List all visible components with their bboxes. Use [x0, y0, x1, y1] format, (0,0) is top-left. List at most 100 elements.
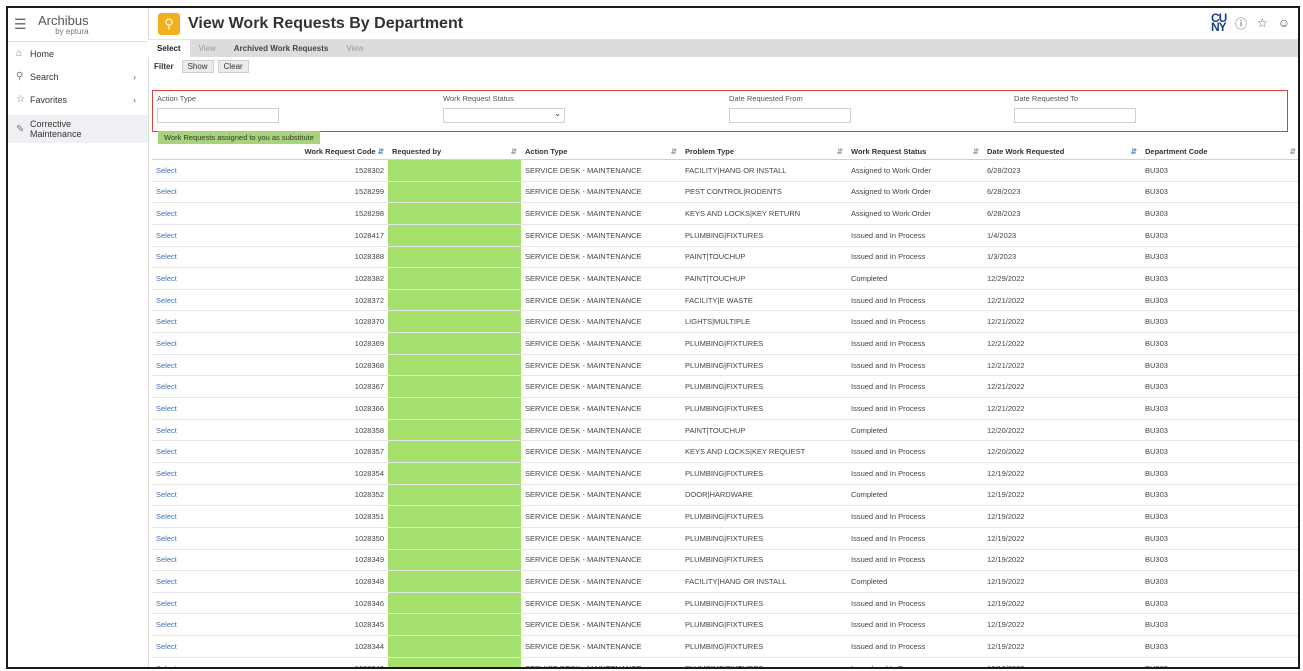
table-row[interactable]: Select 1528302 SERVICE DESK - MAINTENANCE F… — [152, 159, 1298, 182]
table-row[interactable]: Select 1028354 SERVICE DESK - MAINTENANCE P… — [152, 462, 1298, 485]
table-row[interactable]: Select 1028372 SERVICE DESK - MAINTENANCE F… — [152, 289, 1298, 312]
cell-department: BU303 — [1141, 267, 1298, 290]
select-link[interactable]: Select — [152, 570, 280, 593]
select-link[interactable]: Select — [152, 397, 280, 420]
date-from-field: Date Requested From — [729, 94, 851, 123]
cell-department: BU303 — [1141, 354, 1298, 377]
table-row[interactable]: Select 1528299 SERVICE DESK - MAINTENANCE P… — [152, 181, 1298, 204]
select-link[interactable]: Select — [152, 635, 280, 658]
table-row[interactable]: Select 1028346 SERVICE DESK - MAINTENANCE P… — [152, 592, 1298, 615]
column-header-problem-type[interactable]: Problem Type ⇵ — [681, 144, 847, 160]
cell-date: 6/28/2023 — [983, 159, 1141, 182]
column-header-status[interactable]: Work Request Status ⇵ — [847, 144, 983, 160]
table-row[interactable]: Select 1028343 SERVICE DESK - MAINTENANCE P… — [152, 657, 1298, 667]
select-link[interactable]: Select — [152, 527, 280, 550]
status-select[interactable]: ⌄ — [443, 108, 565, 123]
select-link[interactable]: Select — [152, 505, 280, 528]
select-link[interactable]: Select — [152, 246, 280, 269]
user-icon[interactable]: ☺ — [1278, 16, 1290, 30]
favorite-add-icon[interactable]: ☆ — [1257, 16, 1268, 30]
column-header-date[interactable]: Date Work Requested ⇵ — [983, 144, 1141, 160]
table-row[interactable]: Select 1028370 SERVICE DESK - MAINTENANCE L… — [152, 310, 1298, 334]
brand: ☰ Archibus by eptura — [8, 8, 148, 42]
date-to-input[interactable] — [1014, 108, 1136, 123]
column-header-requested-by[interactable]: Requested by ⇵ — [388, 144, 521, 160]
sidebar-item-corrective-maintenance[interactable]: ✎ Corrective Maintenance — [8, 115, 148, 143]
table-row[interactable]: Select 1028367 SERVICE DESK - MAINTENANCE P… — [152, 375, 1298, 399]
cell-code: 1028354 — [280, 462, 388, 485]
cell-date: 12/21/2022 — [983, 375, 1141, 399]
table-row[interactable]: Select 1028388 SERVICE DESK - MAINTENANCE P… — [152, 246, 1298, 269]
sidebar-item-home[interactable]: ⌂ Home — [8, 42, 148, 65]
clear-button[interactable]: Clear — [217, 59, 249, 73]
select-link[interactable]: Select — [152, 419, 280, 442]
date-from-input[interactable] — [729, 108, 851, 123]
cell-requested-by — [388, 613, 521, 637]
table-row[interactable]: Select 1028344 SERVICE DESK - MAINTENANCE P… — [152, 635, 1298, 658]
select-link[interactable]: Select — [152, 354, 280, 377]
table-row[interactable]: Select 1028417 SERVICE DESK - MAINTENANCE P… — [152, 224, 1298, 247]
select-link[interactable]: Select — [152, 592, 280, 615]
sort-icon: ⇵ — [1130, 147, 1137, 156]
sidebar-item-favorites[interactable]: ☆ Favorites › — [8, 88, 148, 111]
cell-code: 1528298 — [280, 202, 388, 225]
cell-department: BU303 — [1141, 224, 1298, 247]
select-link[interactable]: Select — [152, 440, 280, 463]
select-link[interactable]: Select — [152, 549, 280, 572]
sidebar-item-label: Corrective Maintenance — [30, 119, 82, 139]
select-link[interactable]: Select — [152, 202, 280, 225]
cell-problem-type: PLUMBING|FIXTURES — [681, 613, 847, 637]
cell-requested-by — [388, 527, 521, 550]
table-row[interactable]: Select 1028358 SERVICE DESK - MAINTENANCE P… — [152, 419, 1298, 442]
column-header-department[interactable]: Department Code ⇵ — [1141, 144, 1298, 160]
tab-view-archived[interactable]: View — [337, 40, 372, 57]
sidebar-item-search[interactable]: ⚲ Search › — [8, 65, 148, 88]
table-row[interactable]: Select 1528298 SERVICE DESK - MAINTENANCE K… — [152, 202, 1298, 225]
column-label: Work Request Code — [304, 147, 376, 156]
sidebar: ☰ Archibus by eptura ⌂ Home ⚲ Search › ☆… — [8, 8, 149, 667]
select-link[interactable]: Select — [152, 332, 280, 355]
table-row[interactable]: Select 1028348 SERVICE DESK - MAINTENANCE F… — [152, 570, 1298, 593]
help-icon[interactable]: ⓘ — [1235, 15, 1247, 32]
cell-code: 1028370 — [280, 310, 388, 334]
select-link[interactable]: Select — [152, 657, 280, 667]
cell-action-type: SERVICE DESK - MAINTENANCE — [521, 419, 681, 442]
select-link[interactable]: Select — [152, 375, 280, 399]
select-link[interactable]: Select — [152, 613, 280, 637]
select-link[interactable]: Select — [152, 267, 280, 290]
table-row[interactable]: Select 1028351 SERVICE DESK - MAINTENANCE P… — [152, 505, 1298, 528]
table-row[interactable]: Select 1028350 SERVICE DESK - MAINTENANCE P… — [152, 527, 1298, 550]
cell-problem-type: PLUMBING|FIXTURES — [681, 397, 847, 420]
tab-select[interactable]: Select — [148, 40, 190, 57]
table-row[interactable]: Select 1028382 SERVICE DESK - MAINTENANCE P… — [152, 267, 1298, 290]
select-link[interactable]: Select — [152, 224, 280, 247]
column-header-action-type[interactable]: Action Type ⇵ — [521, 144, 681, 160]
select-link[interactable]: Select — [152, 181, 280, 204]
tab-view[interactable]: View — [190, 40, 225, 57]
select-link[interactable]: Select — [152, 159, 280, 182]
cell-department: BU303 — [1141, 310, 1298, 334]
table-row[interactable]: Select 1028352 SERVICE DESK - MAINTENANCE D… — [152, 484, 1298, 507]
cell-code: 1028357 — [280, 440, 388, 463]
table-row[interactable]: Select 1028368 SERVICE DESK - MAINTENANCE P… — [152, 354, 1298, 377]
cell-problem-type: PAINT|TOUCHUP — [681, 267, 847, 290]
select-link[interactable]: Select — [152, 484, 280, 507]
select-link[interactable]: Select — [152, 289, 280, 312]
hamburger-menu-icon[interactable]: ☰ — [14, 16, 28, 33]
sort-icon: ⇵ — [836, 147, 843, 156]
cell-problem-type: KEYS AND LOCKS|KEY REQUEST — [681, 440, 847, 463]
table-row[interactable]: Select 1028369 SERVICE DESK - MAINTENANCE P… — [152, 332, 1298, 355]
table-row[interactable]: Select 1028345 SERVICE DESK - MAINTENANCE P… — [152, 613, 1298, 637]
cell-status: Completed — [847, 484, 983, 507]
action-type-input[interactable] — [157, 108, 279, 123]
table-row[interactable]: Select 1028366 SERVICE DESK - MAINTENANCE P… — [152, 397, 1298, 420]
tab-archived-work-requests[interactable]: Archived Work Requests — [225, 40, 338, 57]
select-link[interactable]: Select — [152, 462, 280, 485]
show-button[interactable]: Show — [181, 59, 214, 73]
select-link[interactable]: Select — [152, 310, 280, 334]
cell-date: 12/19/2022 — [983, 462, 1141, 485]
table-row[interactable]: Select 1028357 SERVICE DESK - MAINTENANCE K… — [152, 440, 1298, 463]
column-header-code[interactable]: Work Request Code ⇵ — [280, 144, 388, 160]
table-row[interactable]: Select 1028349 SERVICE DESK - MAINTENANCE P… — [152, 549, 1298, 572]
cell-code: 1028369 — [280, 332, 388, 355]
